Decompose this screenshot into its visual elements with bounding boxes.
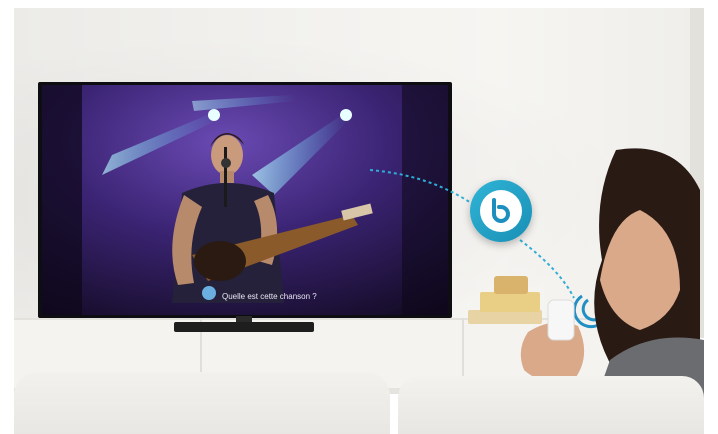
sofa-cushion bbox=[398, 376, 704, 434]
woman-with-remote bbox=[520, 148, 704, 434]
remote-control bbox=[547, 299, 575, 341]
living-room-scene: Quelle est cette chanson ? bbox=[0, 0, 718, 434]
sofa-cushion bbox=[14, 372, 390, 434]
